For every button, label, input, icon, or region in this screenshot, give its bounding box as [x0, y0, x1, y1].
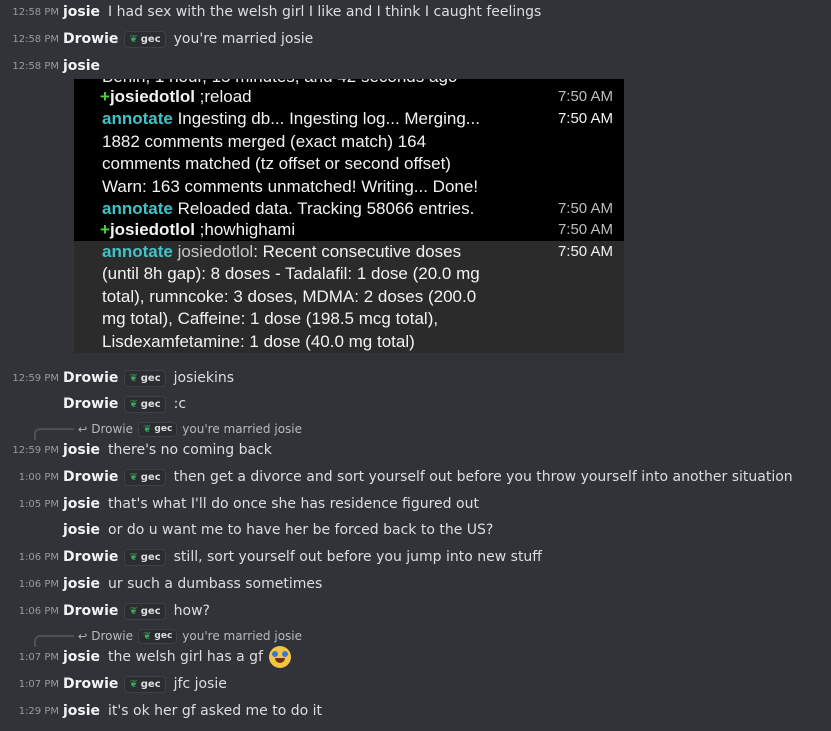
timestamp: 1:06 PM	[18, 551, 59, 563]
timestamp: 1:00 PM	[18, 471, 59, 483]
username[interactable]: Drowie	[63, 469, 118, 485]
guild-tag-badge: ❦ gec	[138, 421, 178, 437]
username[interactable]: Drowie	[63, 396, 118, 412]
leaf-icon: ❦	[129, 678, 138, 690]
message-text: the welsh girl has a gf	[108, 646, 292, 668]
leaf-icon: ❦	[129, 398, 138, 410]
message-text: or do u want me to have her be forced ba…	[108, 522, 494, 538]
message-5: 12:59 PM josie there's no coming back	[0, 439, 831, 461]
guild-tag-badge[interactable]: ❦ gec	[124, 369, 166, 387]
reply-arrow-icon: ↩	[78, 422, 88, 436]
timestamp: 1:06 PM	[18, 605, 59, 617]
username[interactable]: josie	[63, 576, 100, 592]
message-12: 1:07 PM josie the welsh girl has a gf	[0, 646, 831, 668]
message-4: 00:00 Drowie ❦gec :c	[0, 393, 831, 415]
timestamp: 1:05 PM	[18, 498, 59, 510]
username[interactable]: Drowie	[63, 603, 118, 619]
timestamp: 1:06 PM	[18, 578, 59, 590]
message-3: 12:59 PM Drowie ❦ gec josiekins	[0, 367, 831, 389]
leaf-icon: ❦	[129, 471, 138, 483]
message-13: 1:07 PM Drowie ❦ gec jfc josie	[0, 673, 831, 695]
username[interactable]: josie	[63, 58, 100, 74]
log-line: annotate josiedotlol: Recent consecutive…	[74, 241, 624, 353]
message-text: then get a divorce and sort yourself out…	[173, 469, 793, 485]
guild-tag-badge[interactable]: ❦ gec	[124, 602, 166, 620]
leaf-icon: ❦	[129, 605, 138, 617]
message-2: 12:58 PM josie	[0, 55, 831, 77]
reply-arrow-icon: ↩	[78, 629, 88, 643]
message-text: how?	[173, 603, 210, 619]
username[interactable]: josie	[63, 522, 100, 538]
timestamp: 12:58 PM	[12, 6, 59, 18]
reply-reference[interactable]: ↩ Drowie ❦ gec you're married josie	[34, 420, 303, 440]
username[interactable]: Drowie	[63, 31, 118, 47]
message-text: josiekins	[173, 370, 235, 386]
message-text: you're married josie	[173, 31, 314, 47]
timestamp: 12:58 PM	[12, 60, 59, 72]
guild-tag-badge[interactable]: ❦ gec	[124, 30, 166, 48]
message-text: that's what I'll do once she has residen…	[108, 496, 479, 512]
attached-image[interactable]: Berlin, 1 hour, 15 minutes, and 42 secon…	[74, 79, 624, 353]
username[interactable]: josie	[63, 442, 100, 458]
username[interactable]: josie	[63, 4, 100, 20]
guild-tag-badge: ❦ gec	[138, 628, 178, 644]
reply-text: you're married josie	[182, 422, 303, 436]
timestamp: 12:59 PM	[12, 372, 59, 384]
message-text: :c	[173, 396, 187, 412]
username[interactable]: josie	[63, 496, 100, 512]
message-text: it's ok her gf asked me to do it	[108, 703, 323, 719]
username[interactable]: Drowie	[63, 549, 118, 565]
leaf-icon: ❦	[143, 630, 152, 642]
reply-username: Drowie	[91, 422, 134, 436]
guild-tag-badge[interactable]: ❦ gec	[124, 468, 166, 486]
message-10: 1:06 PM josie ur such a dumbass sometime…	[0, 573, 831, 595]
leaf-icon: ❦	[143, 423, 152, 435]
timestamp: 1:29 PM	[18, 705, 59, 717]
timestamp: 1:07 PM	[18, 651, 59, 663]
reply-reference[interactable]: ↩ Drowie ❦ gec you're married josie	[34, 627, 303, 647]
username[interactable]: Drowie	[63, 370, 118, 386]
username[interactable]: josie	[63, 703, 100, 719]
timestamp: 12:58 PM	[12, 33, 59, 45]
message-1: 12:58 PM Drowie ❦ gec you're married josi…	[0, 28, 831, 50]
timestamp: 12:59 PM	[12, 444, 59, 456]
leaf-icon: ❦	[129, 33, 138, 45]
reply-username: Drowie	[91, 629, 134, 643]
message-text: I had sex with the welsh girl I like and…	[108, 4, 542, 20]
message-text: jfc josie	[173, 676, 227, 692]
username[interactable]: josie	[63, 649, 100, 665]
message-8: 00:00 josie or do u want me to have her …	[0, 519, 831, 541]
message-9: 1:06 PM Drowie ❦ gec still, sort yourself…	[0, 546, 831, 568]
message-text: ur such a dumbass sometimes	[108, 576, 323, 592]
message-14: 1:29 PM josie it's ok her gf asked me to…	[0, 700, 831, 722]
joy-emoji-icon	[269, 646, 292, 668]
guild-tag-badge[interactable]: ❦ gec	[124, 548, 166, 566]
guild-tag-badge[interactable]: ❦ gec	[124, 395, 166, 413]
message-text: there's no coming back	[108, 442, 272, 458]
guild-tag-badge[interactable]: ❦ gec	[124, 675, 166, 693]
message-11: 1:06 PM Drowie ❦ gec how?	[0, 600, 831, 622]
message-6: 1:00 PM Drowie ❦ gec then get a divorce a…	[0, 466, 831, 488]
timestamp: 1:07 PM	[18, 678, 59, 690]
message-text: still, sort yourself out before you jump…	[173, 549, 542, 565]
leaf-icon: ❦	[129, 372, 138, 384]
leaf-icon: ❦	[129, 551, 138, 563]
message-0: 12:58 PM josie I had sex with the welsh …	[0, 1, 831, 23]
username[interactable]: Drowie	[63, 676, 118, 692]
message-7: 1:05 PM josie that's what I'll do once s…	[0, 493, 831, 515]
reply-text: you're married josie	[182, 629, 303, 643]
